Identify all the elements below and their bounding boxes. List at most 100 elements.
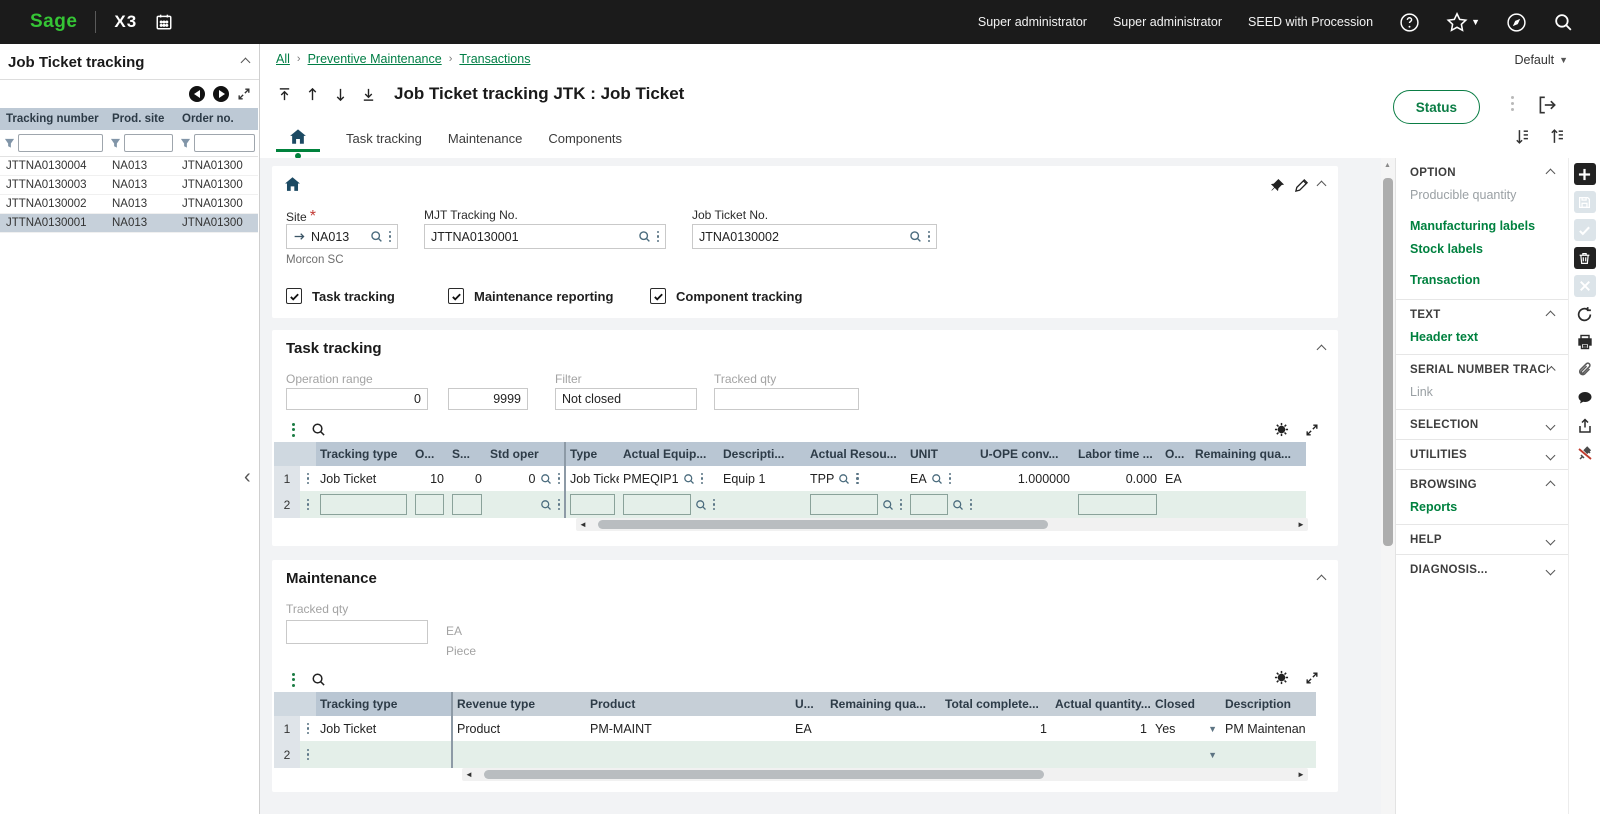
entry-cell[interactable] [1161,491,1191,518]
user-role[interactable]: Super administrator [1113,15,1222,29]
attachment-icon[interactable] [1574,359,1596,381]
lookup-icon[interactable] [638,230,651,243]
operation-to-field[interactable]: 9999 [448,388,528,410]
filter-icon[interactable] [4,138,15,149]
cell[interactable]: Equip 1 [719,466,806,491]
lookup-icon[interactable] [909,230,922,243]
expand-all-sections-icon[interactable] [1547,128,1564,145]
entry-cell[interactable] [411,491,448,518]
grid-settings-icon[interactable] [1274,670,1289,685]
filter-field[interactable]: Not closed [555,388,697,410]
lookup-icon[interactable] [952,499,964,511]
component-tracking-checkbox[interactable]: Component tracking [650,288,802,304]
entry-input[interactable] [570,494,615,515]
cell[interactable]: Job Ticke [566,466,619,491]
cell[interactable]: Product [453,716,586,741]
next-page-icon[interactable] [213,86,229,102]
product-name[interactable]: X3 [114,12,137,32]
edit-section-icon[interactable] [1294,178,1309,193]
dropdown-caret-icon[interactable]: ▼ [1208,750,1217,760]
collapse-all-sections-icon[interactable] [1512,128,1529,145]
operation-from-field[interactable]: 0 [286,388,428,410]
entry-cell[interactable]: ▼ [1151,741,1221,768]
cell-actions-icon[interactable] [558,499,561,511]
cell-actions-icon[interactable] [713,499,716,511]
horizontal-scrollbar[interactable]: ◄ ► [576,518,1308,531]
list-cell[interactable]: JTTNA0130004 [0,157,106,176]
cell[interactable] [1191,466,1306,491]
expand-list-icon[interactable] [237,87,251,101]
delete-icon[interactable] [1574,247,1596,269]
row-actions-icon[interactable] [300,491,316,518]
create-icon[interactable] [1574,163,1596,185]
cell[interactable]: 1.000000 [976,466,1074,491]
more-actions-icon[interactable] [1511,96,1514,111]
section-header[interactable]: HELP [1410,534,1554,546]
section-header[interactable]: SELECTION [1410,419,1554,431]
filter-input[interactable] [18,134,103,152]
list-cell[interactable]: NA013 [106,195,176,214]
entry-cell[interactable] [976,491,1074,518]
favorites-icon[interactable]: ▼ [1446,11,1480,33]
scrollbar-thumb[interactable] [484,770,1044,779]
grid-search-icon[interactable] [311,672,326,687]
cell[interactable]: Job Ticket [316,716,453,741]
col-header[interactable]: Type [566,442,619,466]
collapse-section-icon[interactable] [1317,575,1327,585]
pin-section-icon[interactable] [1270,178,1285,193]
col-header[interactable]: S... [448,442,486,466]
cell[interactable]: 0 [486,466,566,491]
action-transaction[interactable]: Transaction [1410,273,1554,287]
row-actions-icon[interactable] [300,741,316,768]
list-cell[interactable]: JTTNA0130003 [0,176,106,195]
next-record-icon[interactable] [332,86,348,102]
scroll-right-icon[interactable]: ► [1294,520,1308,529]
col-header[interactable]: UNIT [906,442,976,466]
vertical-scrollbar[interactable]: ▲ [1381,158,1395,814]
entry-cell[interactable] [316,491,411,518]
user-name[interactable]: Super administrator [978,15,1087,29]
cell[interactable]: PM-MAINT [586,716,791,741]
tab-maintenance[interactable]: Maintenance [448,126,522,146]
entry-cell[interactable] [906,491,976,518]
lookup-icon[interactable] [695,499,707,511]
row-number[interactable]: 2 [274,741,300,768]
entry-cell[interactable] [1191,491,1306,518]
list-cell-selected[interactable]: JTTNA0130001 [0,214,106,233]
scrollbar-thumb[interactable] [598,520,1048,529]
row-actions-icon[interactable] [300,716,316,741]
collapse-section-icon[interactable] [1317,345,1327,355]
grid-fullscreen-icon[interactable] [1305,671,1319,685]
section-header[interactable]: UTILITIES [1410,449,1554,461]
list-cell[interactable]: JTTNA0130002 [0,195,106,214]
col-header[interactable]: Description [1221,692,1316,716]
entry-cell[interactable] [1074,491,1161,518]
tracked-qty-field[interactable] [286,620,428,644]
lookup-icon[interactable] [931,473,943,485]
maintenance-reporting-checkbox[interactable]: Maintenance reporting [448,288,613,304]
cell[interactable]: EA [791,716,826,741]
filter-icon[interactable] [180,138,191,149]
connection-off-icon[interactable] [1574,443,1596,465]
col-header[interactable]: Revenue type [453,692,586,716]
jump-to-icon[interactable] [293,230,306,243]
cell[interactable]: Job Ticket [316,466,411,491]
entry-cell[interactable] [1221,741,1316,768]
row-number[interactable]: 2 [274,491,300,518]
site-field[interactable]: NA013 [286,224,398,249]
list-col-header[interactable]: Tracking number [0,108,106,130]
scroll-up-icon[interactable]: ▲ [1384,162,1391,169]
scrollbar-thumb[interactable] [1383,178,1393,546]
section-header[interactable]: BROWSING [1410,479,1554,491]
section-header[interactable]: SERIAL NUMBER TRACEA... [1410,364,1554,376]
col-header[interactable]: O... [411,442,448,466]
col-header[interactable]: Product [586,692,791,716]
col-header[interactable]: Total complete... [941,692,1051,716]
col-header[interactable]: Actual quantity... [1051,692,1151,716]
list-cell[interactable]: JTNA01300 [176,195,258,214]
col-header[interactable]: U... [791,692,826,716]
cell[interactable]: EA [1161,466,1191,491]
previous-record-icon[interactable] [304,86,320,102]
dropdown-caret-icon[interactable]: ▼ [1208,724,1217,734]
list-cell-selected[interactable]: JTNA01300 [176,214,258,233]
